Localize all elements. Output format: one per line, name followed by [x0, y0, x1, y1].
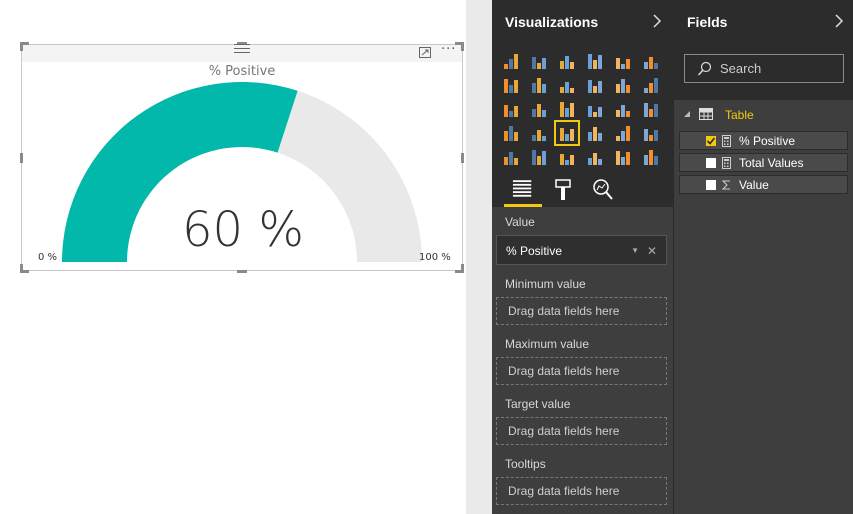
- maximum-value-drop-zone[interactable]: Drag data fields here: [496, 357, 667, 385]
- matrix-icon[interactable]: [640, 98, 662, 120]
- tooltips-label: Tooltips: [505, 457, 546, 471]
- scatter-icon[interactable]: [500, 98, 522, 120]
- target-value-drop-zone[interactable]: Drag data fields here: [496, 417, 667, 445]
- 100-bar-icon[interactable]: [612, 50, 634, 72]
- tooltips-drop-zone[interactable]: Drag data fields here: [496, 477, 667, 505]
- maximum-value-label: Maximum value: [505, 337, 590, 351]
- clustered-column-icon[interactable]: [584, 50, 606, 72]
- remove-field-close-icon[interactable]: ✕: [647, 237, 657, 265]
- minimum-value-drop-zone[interactable]: Drag data fields here: [496, 297, 667, 325]
- field-item-value[interactable]: Value: [679, 175, 848, 194]
- kpi-icon[interactable]: [640, 122, 662, 144]
- visualizations-pane: Visualizations Value % Positive ▼ ✕ Mini…: [492, 0, 673, 514]
- table-icon: [699, 108, 713, 120]
- donut-icon[interactable]: [528, 146, 550, 168]
- ribbon-chart-icon[interactable]: [640, 74, 662, 96]
- pie-chart-icon[interactable]: [528, 98, 550, 120]
- gauge-max-label: 100 %: [419, 252, 451, 263]
- line-column-icon[interactable]: [584, 74, 606, 96]
- fields-search-input[interactable]: Search: [684, 54, 844, 83]
- 100-column-icon[interactable]: [640, 50, 662, 72]
- fields-title: Fields: [687, 14, 728, 30]
- analytics-tab-icon[interactable]: [584, 172, 622, 207]
- stacked-bar-icon[interactable]: [500, 50, 522, 72]
- funnel-icon[interactable]: [528, 122, 550, 144]
- calculator-icon: [722, 157, 731, 169]
- table-grid-icon[interactable]: [612, 146, 634, 168]
- line-clustered-icon[interactable]: [612, 74, 634, 96]
- globe-icon[interactable]: [640, 146, 662, 168]
- filled-map-icon[interactable]: [500, 122, 522, 144]
- checkbox-icon[interactable]: [706, 158, 716, 168]
- visualizations-title: Visualizations: [505, 14, 599, 30]
- field-label: Value: [739, 178, 769, 192]
- chevron-down-icon[interactable]: ▼: [631, 237, 639, 265]
- fields-pane: Fields Search Table % Positive Total Val…: [673, 0, 853, 514]
- map-icon[interactable]: [584, 98, 606, 120]
- field-item-percent-positive[interactable]: % Positive: [679, 131, 848, 150]
- area-chart-icon[interactable]: [528, 74, 550, 96]
- calculator-icon: [722, 135, 731, 147]
- fields-tab-icon[interactable]: [504, 172, 542, 207]
- sigma-icon: [722, 180, 730, 190]
- card-icon[interactable]: [612, 122, 634, 144]
- multirow-card-icon[interactable]: [584, 122, 606, 144]
- visualizations-gallery: Visualizations: [492, 0, 673, 207]
- r-visual-icon[interactable]: [556, 146, 578, 168]
- line-chart-icon[interactable]: [500, 74, 522, 96]
- collapse-visualizations-chevron-icon[interactable]: [652, 14, 662, 28]
- minimum-value-label: Minimum value: [505, 277, 586, 291]
- field-label: % Positive: [739, 134, 796, 148]
- field-label: Total Values: [739, 156, 804, 170]
- gauge-icon[interactable]: [554, 120, 580, 146]
- shape-map-icon[interactable]: [584, 146, 606, 168]
- value-well[interactable]: % Positive ▼ ✕: [496, 235, 667, 265]
- clustered-bar-icon[interactable]: [556, 50, 578, 72]
- stacked-column-icon[interactable]: [528, 50, 550, 72]
- visual-settings-tabs: [492, 172, 673, 207]
- search-placeholder: Search: [720, 61, 762, 76]
- checkbox-checked-icon[interactable]: [706, 136, 716, 146]
- gauge-value: 60 %: [182, 202, 304, 258]
- canvas-pane-splitter: [466, 0, 492, 514]
- treemap-icon[interactable]: [556, 98, 578, 120]
- field-item-total-values[interactable]: Total Values: [679, 153, 848, 172]
- expand-triangle-icon[interactable]: [684, 111, 691, 118]
- collapse-fields-chevron-icon[interactable]: [834, 14, 844, 28]
- slicer-icon[interactable]: [500, 146, 522, 168]
- value-well-label: Value: [505, 215, 535, 229]
- target-value-label: Target value: [505, 397, 571, 411]
- format-tab-icon[interactable]: [544, 172, 582, 207]
- table-node[interactable]: Table: [674, 105, 853, 125]
- report-canvas[interactable]: ··· % Positive 60 % 0 % 100 %: [0, 0, 466, 514]
- search-icon: [697, 61, 712, 76]
- fields-header: Fields Search: [674, 0, 853, 100]
- gauge-min-label: 0 %: [38, 252, 58, 263]
- checkbox-icon[interactable]: [706, 180, 716, 190]
- stacked-area-icon[interactable]: [556, 74, 578, 96]
- table-icon[interactable]: [612, 98, 634, 120]
- value-well-field: % Positive: [506, 244, 563, 258]
- table-name: Table: [725, 108, 754, 122]
